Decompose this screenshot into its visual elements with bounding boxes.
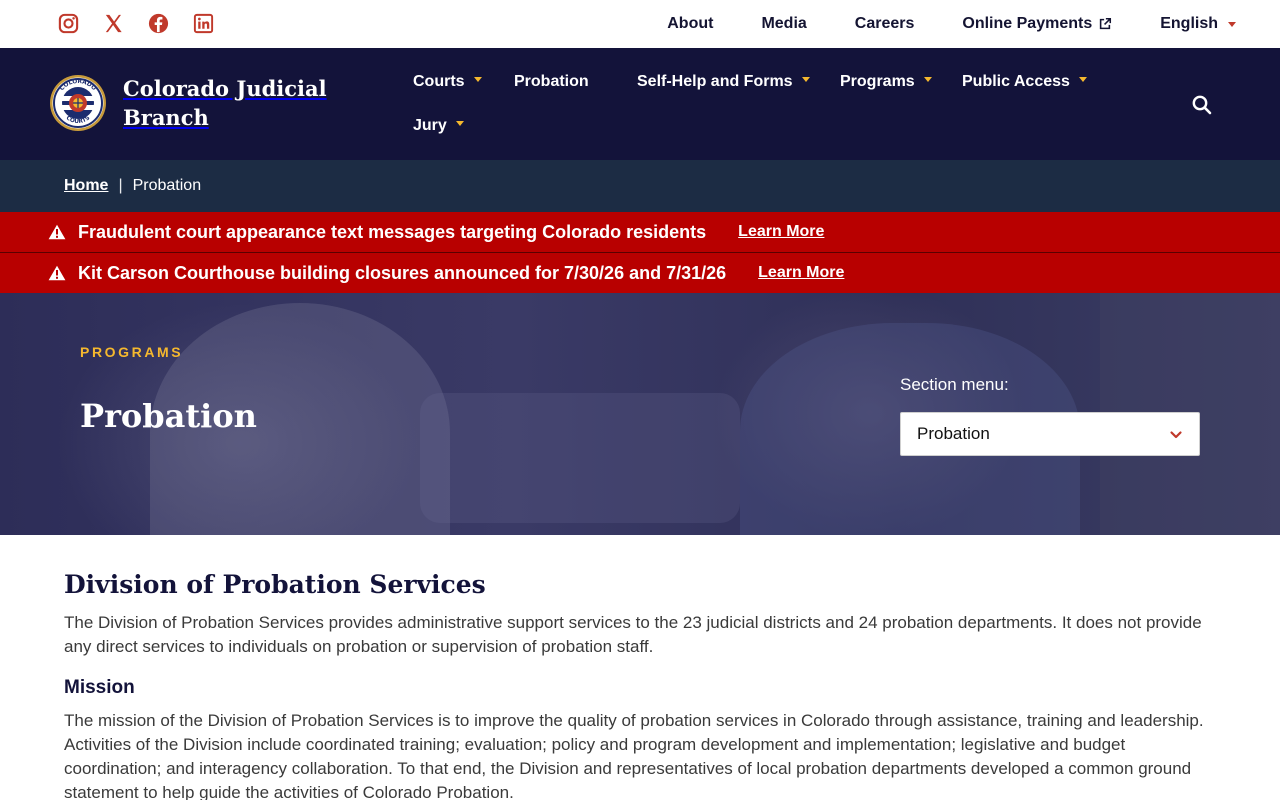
warning-icon <box>48 265 66 281</box>
caret-down-icon <box>923 76 932 82</box>
caret-down-icon <box>455 120 464 126</box>
x-twitter-link[interactable] <box>102 12 125 35</box>
caret-down-icon <box>1228 21 1236 27</box>
instagram-icon <box>58 13 79 34</box>
linkedin-link[interactable] <box>192 12 215 35</box>
nav-courts-label: Courts <box>413 73 465 90</box>
external-link-icon <box>1100 17 1112 30</box>
linkedin-icon <box>193 13 214 34</box>
nav-probation-label: Probation <box>514 73 589 90</box>
chevron-down-icon <box>1170 431 1182 439</box>
careers-link[interactable]: Careers <box>855 15 915 33</box>
media-link[interactable]: Media <box>761 15 806 33</box>
utility-nav: About Media Careers Online Payments Engl… <box>667 0 1236 48</box>
nav-programs[interactable]: Programs <box>840 68 932 96</box>
alert-learn-more-link[interactable]: Learn More <box>738 223 824 241</box>
section-menu-value: Probation <box>917 424 990 443</box>
about-label: About <box>667 15 714 32</box>
alert-banner: Kit Carson Courthouse building closures … <box>0 253 1280 293</box>
alert-message: Kit Carson Courthouse building closures … <box>78 262 727 283</box>
x-twitter-icon <box>105 14 122 33</box>
nav-jury[interactable]: Jury <box>413 112 464 140</box>
about-link[interactable]: About <box>667 15 713 33</box>
hero-banner: PROGRAMS Probation Section menu: Probati… <box>0 293 1280 535</box>
alert-banner: Fraudulent court appearance text message… <box>0 212 1280 252</box>
nav-self-help-label: Self-Help and Forms <box>637 73 793 90</box>
hero-background-shape <box>420 393 740 523</box>
online-payments-label: Online Payments <box>962 15 1093 32</box>
alert-learn-more-link[interactable]: Learn More <box>758 264 844 282</box>
main-content: Division of Probation Services The Divis… <box>64 570 1214 800</box>
alert-message: Fraudulent court appearance text message… <box>78 221 707 242</box>
nav-public-access[interactable]: Public Access <box>962 68 1087 96</box>
site-name: Colorado Judicial Branch <box>123 76 327 130</box>
content-heading: Division of Probation Services <box>64 570 486 599</box>
nav-programs-label: Programs <box>840 73 915 90</box>
mission-paragraph: The mission of the Division of Probation… <box>64 711 1204 800</box>
breadcrumb: Home | Probation <box>0 160 1280 212</box>
colorado-courts-seal-icon: COLORADO COURTS <box>50 75 106 131</box>
media-label: Media <box>761 15 807 32</box>
warning-icon <box>48 224 66 240</box>
social-links <box>57 12 215 35</box>
careers-label: Careers <box>854 15 915 32</box>
instagram-link[interactable] <box>57 12 80 35</box>
intro-paragraph: The Division of Probation Services provi… <box>64 613 1202 656</box>
caret-down-icon <box>473 76 482 82</box>
home-logo-link[interactable]: COLORADO COURTS Colorado Judicial Branch <box>49 74 333 132</box>
online-payments-link[interactable]: Online Payments <box>962 15 1112 33</box>
facebook-link[interactable] <box>147 12 170 35</box>
nav-probation[interactable]: Probation <box>514 68 589 96</box>
utility-bar: About Media Careers Online Payments Engl… <box>0 0 1280 48</box>
mission-heading: Mission <box>64 677 135 698</box>
breadcrumb-home-link[interactable]: Home <box>64 177 108 195</box>
section-menu-select[interactable]: Probation <box>900 412 1200 456</box>
main-header: COLORADO COURTS Colorado Judicial Branch… <box>0 48 1280 160</box>
breadcrumb-separator: | <box>118 177 123 194</box>
caret-down-icon <box>801 76 810 82</box>
page-title: Probation <box>80 397 257 435</box>
search-icon[interactable] <box>1191 94 1213 116</box>
breadcrumb-current: Probation <box>132 177 202 194</box>
nav-public-access-label: Public Access <box>962 73 1070 90</box>
language-selector[interactable]: English <box>1160 15 1236 33</box>
nav-self-help-forms[interactable]: Self-Help and Forms <box>637 68 810 96</box>
hero-eyebrow: PROGRAMS <box>80 344 184 360</box>
nav-courts[interactable]: Courts <box>413 68 482 96</box>
section-menu-label: Section menu: <box>900 375 1009 394</box>
caret-down-icon <box>1078 76 1087 82</box>
nav-jury-label: Jury <box>413 117 447 134</box>
facebook-icon <box>148 13 169 34</box>
language-label: English <box>1160 15 1218 32</box>
